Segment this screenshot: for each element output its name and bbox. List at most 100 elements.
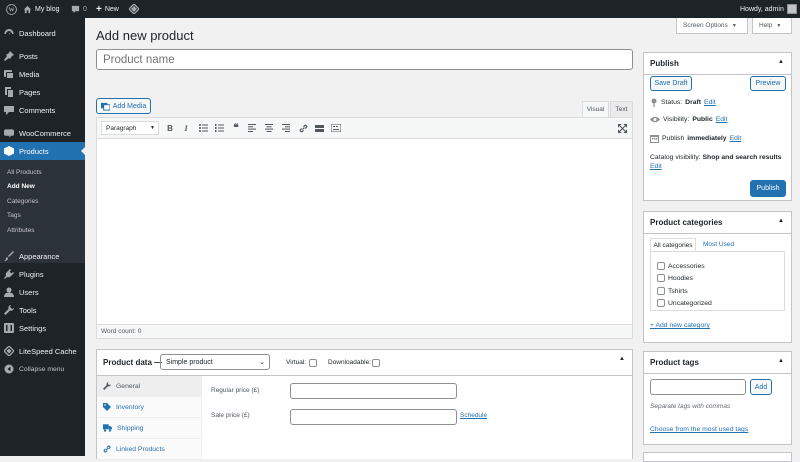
blockquote-icon[interactable]: ❝ <box>231 123 241 134</box>
account-link[interactable]: Howdy, admin <box>740 0 797 18</box>
category-item[interactable]: Tshirts <box>657 287 688 295</box>
comments-link[interactable]: 0 <box>71 0 87 18</box>
collapse-toggle-icon[interactable]: ▲ <box>778 358 784 364</box>
menu-label: Pages <box>19 87 41 97</box>
tab-shipping[interactable]: Shipping <box>97 418 202 439</box>
align-right-icon[interactable] <box>281 123 291 133</box>
category-checkbox[interactable] <box>657 274 665 282</box>
product-type-value: Simple product <box>166 358 213 366</box>
menu-products[interactable]: Products <box>0 142 85 160</box>
submenu-categories[interactable]: Categories <box>0 194 85 208</box>
submenu-add-new[interactable]: Add New <box>0 179 85 193</box>
edit-visibility-link[interactable]: Edit <box>716 116 728 123</box>
collapse-menu[interactable]: Collapse menu <box>0 360 85 378</box>
wordpress-logo-icon[interactable]: W <box>6 0 17 18</box>
category-item[interactable]: Accessories <box>657 262 705 270</box>
catalog-visibility-row: Catalog visibility: Shop and search resu… <box>650 153 790 171</box>
plug-icon <box>4 269 14 279</box>
submenu-attributes[interactable]: Attributes <box>0 223 85 237</box>
tag-input[interactable] <box>650 379 746 395</box>
preview-button[interactable]: Preview <box>750 76 786 91</box>
menu-settings[interactable]: Settings <box>0 319 85 337</box>
collapse-toggle-icon[interactable]: ▲ <box>619 356 625 362</box>
virtual-checkbox[interactable] <box>309 359 317 367</box>
site-name-link[interactable]: My blog <box>23 0 60 18</box>
page-icon <box>4 87 14 97</box>
menu-appearance[interactable]: Appearance <box>0 247 85 265</box>
save-draft-button[interactable]: Save Draft <box>650 76 692 91</box>
format-value: Paragraph <box>106 124 137 132</box>
bold-icon[interactable]: B <box>165 123 175 133</box>
menu-tools[interactable]: Tools <box>0 301 85 319</box>
submenu-tags[interactable]: Tags <box>0 208 85 222</box>
wrench-icon <box>4 305 14 315</box>
menu-plugins[interactable]: Plugins <box>0 265 85 283</box>
link-icon[interactable] <box>298 123 308 133</box>
category-checkbox[interactable] <box>657 299 665 307</box>
menu-woocommerce[interactable]: WooCommerce <box>0 124 85 142</box>
add-tag-button[interactable]: Add <box>750 379 772 395</box>
tag-icon <box>103 403 111 411</box>
menu-litespeed-cache[interactable]: LiteSpeed Cache <box>0 342 85 360</box>
tab-text[interactable]: Text <box>610 101 633 117</box>
category-checkbox[interactable] <box>657 287 665 295</box>
menu-pages[interactable]: Pages <box>0 83 85 101</box>
product-data-tabs: General Inventory Shipping Linked Produc… <box>97 376 202 460</box>
downloadable-checkbox[interactable] <box>372 359 380 367</box>
italic-icon[interactable]: I <box>181 123 191 133</box>
fullscreen-icon[interactable] <box>617 123 627 133</box>
product-type-select[interactable]: Simple product ⌄ <box>160 354 270 370</box>
sale-price-input[interactable] <box>290 409 457 425</box>
menu-label: Products <box>19 146 49 156</box>
litespeed-icon[interactable] <box>129 0 139 18</box>
collapse-toggle-icon[interactable]: ▲ <box>778 218 784 224</box>
tab-visual[interactable]: Visual <box>582 101 609 117</box>
link-icon <box>103 445 111 453</box>
publish-date-row: Publish immediately Edit <box>650 134 741 143</box>
numbered-list-icon[interactable] <box>214 123 224 133</box>
greeting: Howdy, admin <box>740 5 784 13</box>
content-editor: Paragraph ▼ B I ❝ Word count: 0 <box>96 117 633 339</box>
product-name-input[interactable] <box>96 49 633 70</box>
read-more-icon[interactable] <box>314 123 324 133</box>
caret-down-icon: ▼ <box>731 22 737 29</box>
admin-sidebar: Dashboard Posts Media Pages Comments Woo… <box>0 18 85 456</box>
tab-all-categories[interactable]: All categories <box>650 238 696 252</box>
regular-price-input[interactable] <box>290 383 457 399</box>
pin-icon <box>651 98 657 107</box>
new-content-link[interactable]: + New <box>96 0 119 18</box>
menu-media[interactable]: Media <box>0 65 85 83</box>
toolbar-toggle-icon[interactable] <box>331 123 341 133</box>
category-label: Uncategorized <box>668 299 712 307</box>
choose-most-used-tags-link[interactable]: Choose from the most used tags <box>650 426 748 433</box>
menu-posts[interactable]: Posts <box>0 47 85 65</box>
menu-users[interactable]: Users <box>0 283 85 301</box>
edit-catalog-link[interactable]: Edit <box>650 163 662 170</box>
menu-dashboard[interactable]: Dashboard <box>0 24 85 42</box>
edit-date-link[interactable]: Edit <box>730 135 742 142</box>
tab-general[interactable]: General <box>97 376 202 397</box>
category-item[interactable]: Uncategorized <box>657 299 712 307</box>
category-label: Tshirts <box>668 287 688 295</box>
category-item[interactable]: Hoodies <box>657 274 693 282</box>
bullet-list-icon[interactable] <box>198 123 208 133</box>
help-button[interactable]: Help ▼ <box>752 18 792 34</box>
format-select[interactable]: Paragraph ▼ <box>101 121 159 135</box>
submenu-all-products[interactable]: All Products <box>0 165 85 179</box>
edit-status-link[interactable]: Edit <box>704 99 716 106</box>
screen-options-button[interactable]: Screen Options ▼ <box>676 18 748 34</box>
add-media-button[interactable]: Add Media <box>96 98 151 114</box>
tab-inventory[interactable]: Inventory <box>97 397 202 418</box>
screen-options-label: Screen Options <box>683 22 728 29</box>
align-left-icon[interactable] <box>247 123 257 133</box>
schedule-link[interactable]: Schedule <box>460 412 487 419</box>
menu-comments[interactable]: Comments <box>0 101 85 119</box>
help-label: Help <box>759 22 773 29</box>
align-center-icon[interactable] <box>264 123 274 133</box>
add-new-category-link[interactable]: + Add new category <box>650 322 710 329</box>
collapse-toggle-icon[interactable]: ▲ <box>778 59 784 65</box>
tab-linked-products[interactable]: Linked Products <box>97 439 202 460</box>
publish-button[interactable]: Publish <box>750 180 786 197</box>
tab-most-used[interactable]: Most Used <box>703 241 734 248</box>
category-checkbox[interactable] <box>657 262 665 270</box>
